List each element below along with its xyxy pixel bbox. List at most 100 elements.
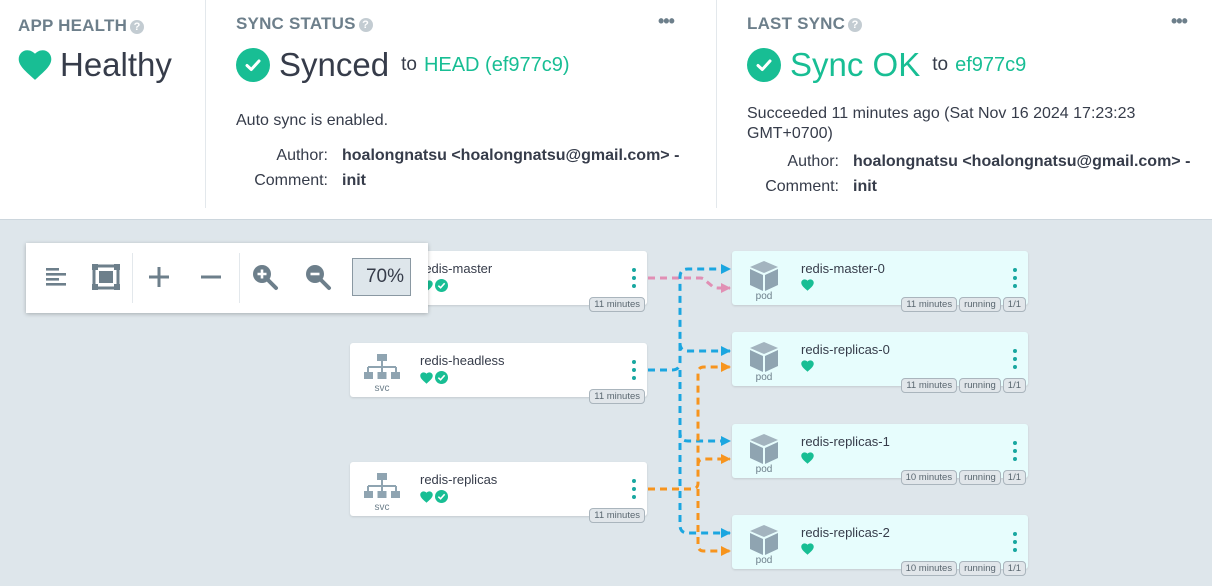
last-sync-row: Sync OK to ef977c9	[747, 46, 1026, 84]
last-sync-menu-button[interactable]: •••	[1171, 12, 1188, 30]
sync-status-menu-button[interactable]: •••	[658, 12, 675, 30]
heart-icon	[801, 452, 814, 464]
collapse-button[interactable]	[191, 257, 231, 297]
resource-node-redis-replicas-0[interactable]: pod redis-replicas-0 11 minutes running …	[732, 332, 1028, 393]
heart-icon	[801, 543, 814, 555]
app-health-status: Healthy	[18, 46, 172, 84]
node-status-badges	[420, 371, 448, 384]
heart-icon	[801, 360, 814, 372]
heart-icon	[420, 371, 433, 384]
heart-icon	[18, 50, 52, 80]
comment-label: Comment:	[765, 178, 839, 195]
node-name: redis-replicas	[420, 472, 498, 487]
last-sync-revision-link[interactable]: ef977c9	[955, 54, 1026, 77]
node-name: redis-headless	[420, 353, 505, 368]
node-tags: 11 minutes	[589, 389, 645, 404]
state-tag: running	[959, 378, 1001, 393]
last-sync-author-row: Author: hoalongnatsu <hoalongnatsu@gmail…	[747, 152, 1190, 172]
node-status-badges	[801, 360, 814, 372]
zoom-level-display[interactable]: 70%	[352, 258, 411, 296]
zoom-out-button[interactable]	[298, 257, 338, 297]
age-tag: 11 minutes	[589, 508, 645, 523]
node-menu-button[interactable]	[1012, 441, 1018, 461]
align-left-icon	[46, 268, 66, 286]
author-label: Author:	[276, 147, 328, 164]
node-menu-button[interactable]	[631, 479, 637, 499]
auto-sync-message: Auto sync is enabled.	[236, 112, 389, 129]
node-status-badges	[420, 490, 448, 503]
resource-node-redis-replicas-2[interactable]: pod redis-replicas-2 10 minutes running …	[732, 515, 1028, 576]
last-sync-title-text: LAST SYNC	[747, 14, 846, 33]
fit-screen-button[interactable]	[86, 257, 126, 297]
node-tags: 11 minutes	[589, 508, 645, 523]
node-kind: svc	[374, 502, 390, 513]
node-status-badges	[801, 279, 814, 291]
toolbar-separator	[239, 253, 240, 303]
help-icon[interactable]: ?	[130, 20, 145, 34]
expand-button[interactable]	[139, 257, 179, 297]
node-menu-button[interactable]	[1012, 532, 1018, 552]
node-menu-button[interactable]	[631, 268, 637, 288]
check-circle-icon	[435, 490, 448, 503]
edge-headless-to-replicas-1	[678, 370, 731, 446]
ready-tag: 1/1	[1002, 378, 1026, 393]
node-menu-button[interactable]	[631, 360, 637, 380]
node-name: redis-replicas-0	[801, 342, 890, 357]
app-health-title: APP HEALTH?	[18, 16, 145, 36]
status-bar: APP HEALTH? Healthy SYNC STATUS? ••• Syn…	[0, 0, 1212, 220]
last-sync-message-line2: GMT+0700)	[747, 125, 833, 142]
resource-node-redis-master-0[interactable]: pod redis-master-0 11 minutes running 1/…	[732, 251, 1028, 312]
check-circle-icon	[435, 279, 448, 292]
node-name: redis-replicas-2	[801, 525, 890, 540]
graph-toolbar: 70%	[26, 243, 428, 313]
check-circle-icon	[236, 48, 270, 82]
age-tag: 11 minutes	[901, 378, 958, 393]
last-sync-comment-row: Comment: init	[747, 177, 877, 197]
node-kind: pod	[755, 372, 773, 383]
app-health-value: Healthy	[60, 46, 172, 83]
heart-icon	[420, 490, 433, 503]
sync-revision-link[interactable]: HEAD (ef977c9)	[424, 54, 570, 77]
edge-headless-to-replicas-2	[678, 431, 731, 538]
sync-status-value: Synced	[279, 46, 390, 83]
toolbar-separator	[132, 253, 133, 303]
align-left-button[interactable]	[36, 257, 76, 297]
help-icon[interactable]: ?	[848, 18, 863, 32]
state-tag: running	[959, 470, 1001, 485]
plus-icon	[149, 267, 169, 287]
comment-label: Comment:	[254, 172, 328, 189]
node-kind: pod	[755, 555, 773, 566]
node-tags: 10 minutes running 1/1	[900, 561, 1026, 576]
last-sync-title: LAST SYNC?	[747, 14, 863, 34]
node-kind: pod	[755, 464, 773, 475]
sync-to-text: to	[401, 54, 417, 75]
zoom-in-button[interactable]	[245, 257, 285, 297]
node-tags: 10 minutes running 1/1	[900, 470, 1026, 485]
resource-node-redis-replicas[interactable]: svc redis-replicas 11 minutes	[350, 462, 647, 523]
age-tag: 11 minutes	[589, 297, 645, 312]
node-name: redis-master-0	[801, 261, 885, 276]
help-icon[interactable]: ?	[358, 18, 373, 32]
sync-comment-row: Comment: init	[236, 171, 366, 191]
app-health-title-text: APP HEALTH	[18, 16, 128, 35]
node-menu-button[interactable]	[1012, 349, 1018, 369]
node-kind: svc	[374, 383, 390, 394]
author-value: hoalongnatsu <hoalongnatsu@gmail.com> -	[853, 153, 1191, 170]
resource-node-redis-replicas-1[interactable]: pod redis-replicas-1 10 minutes running …	[732, 424, 1028, 485]
app-health-panel: APP HEALTH? Healthy	[0, 0, 205, 210]
check-circle-icon	[747, 48, 781, 82]
node-tags: 11 minutes running 1/1	[901, 297, 1026, 312]
minus-icon	[201, 275, 221, 279]
age-tag: 11 minutes	[589, 389, 645, 404]
node-menu-button[interactable]	[1012, 268, 1018, 288]
edge-master-to-pod	[648, 276, 731, 293]
age-tag: 10 minutes	[900, 470, 958, 485]
check-circle-icon	[435, 371, 448, 384]
resource-graph[interactable]: redis-master 11 minutes svc redis-headle…	[0, 221, 1212, 586]
ready-tag: 1/1	[1002, 561, 1026, 576]
ready-tag: 1/1	[1002, 470, 1026, 485]
fit-screen-icon	[92, 264, 120, 290]
edge-headless-to-master-0	[648, 264, 731, 372]
node-tags: 11 minutes running 1/1	[901, 378, 1026, 393]
resource-node-redis-headless[interactable]: svc redis-headless 11 minutes	[350, 343, 647, 404]
